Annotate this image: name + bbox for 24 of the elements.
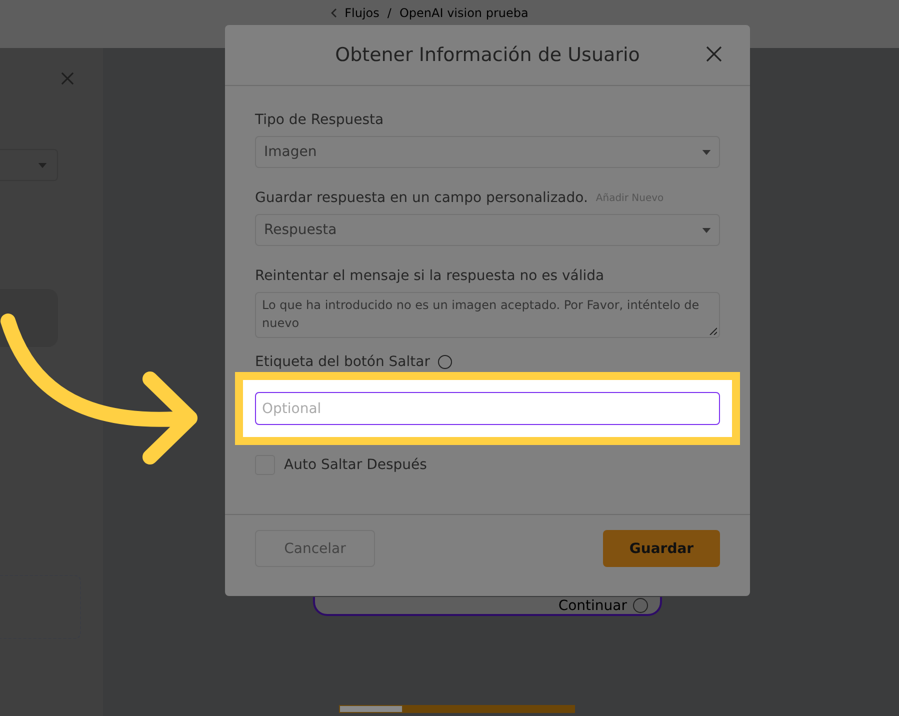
breadcrumb-separator: / [387,6,392,20]
text-area[interactable]: Lo que ha introducido no es un imagen aceptado. Por Favor, inténtelo de nuevo [255,292,720,338]
back-link[interactable]: Flujos [344,6,380,20]
modal-title: Obtener Información de Usuario [335,44,640,66]
close-icon[interactable] [706,46,722,62]
field-label: Guardar respuesta en un campo personalizado. [255,190,588,206]
help-icon[interactable] [438,355,452,369]
radio-icon[interactable] [633,598,648,613]
field-label: Reintentar el mensaje si la respuesta no es válida [255,268,604,284]
caret-icon [38,162,47,168]
input-field[interactable]: Optional [255,392,720,425]
breadcrumb-current: OpenAI vision prueba [399,6,528,20]
node-button-label[interactable]: Continuar [558,598,627,614]
cancel-button[interactable]: Cancelar [255,530,375,567]
resize-grip-icon[interactable] [709,327,717,335]
caret-icon [702,228,711,232]
dropdown[interactable]: Respuesta [255,214,720,246]
checkbox-label: Auto Saltar Después [284,457,427,473]
field-label: Etiqueta del botón Saltar [255,354,430,370]
caret-icon [702,150,711,154]
back-icon[interactable] [330,8,337,18]
save-button[interactable]: Guardar [603,530,720,567]
dropdown[interactable]: Imagen [255,136,720,168]
field-label: Tipo de Respuesta [255,112,384,128]
